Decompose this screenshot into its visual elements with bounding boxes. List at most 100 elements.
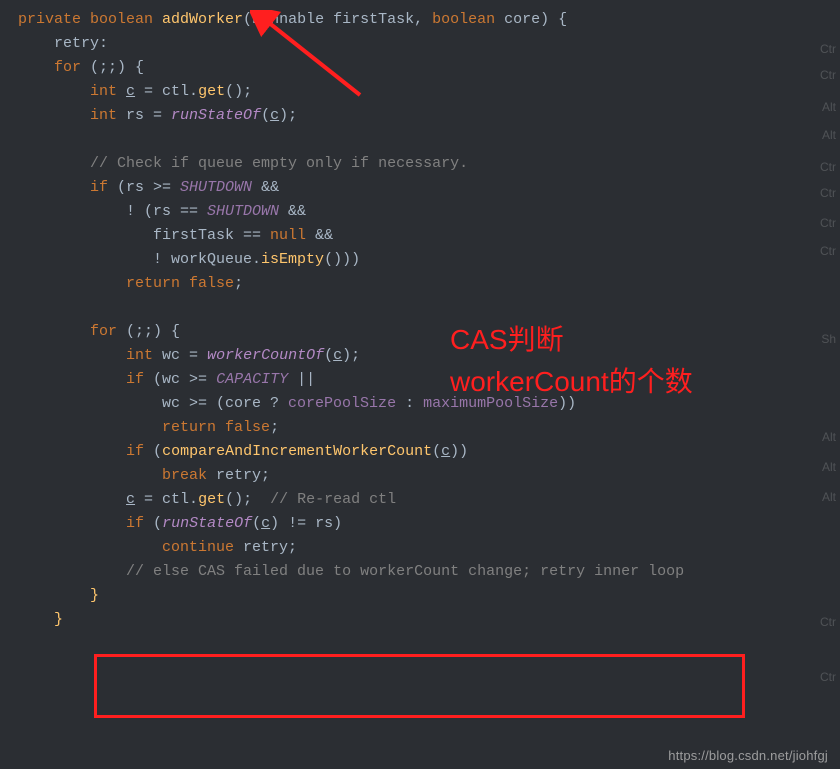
code-line: int c = ctl.get();	[18, 80, 840, 104]
semicolon: );	[279, 107, 297, 124]
param: firstTask	[333, 11, 414, 28]
code-line: return false;	[18, 272, 840, 296]
comment: // Re-read ctl	[270, 491, 396, 508]
keyword-int: int	[90, 107, 126, 124]
var-c: c	[441, 443, 450, 460]
op: &&	[315, 227, 333, 244]
method-get: get	[198, 491, 225, 508]
method-compare: compareAndIncrementWorkerCount	[162, 443, 432, 460]
label-retry: retry:	[18, 35, 108, 52]
semicolon: );	[342, 347, 360, 364]
close-brace-outer: }	[18, 611, 63, 628]
expr: wc =	[162, 347, 207, 364]
return-false: return false	[126, 275, 234, 292]
code-line: }	[18, 584, 840, 608]
paren: ()))	[324, 251, 360, 268]
indent	[18, 419, 162, 436]
keyword-boolean: boolean	[432, 11, 504, 28]
label: retry;	[216, 467, 270, 484]
code-line: ! workQueue.isEmpty()))	[18, 248, 840, 272]
keyword-for: for	[90, 323, 126, 340]
var-c: c	[126, 491, 135, 508]
indent	[18, 443, 126, 460]
semicolon: ;	[270, 419, 279, 436]
indent	[18, 275, 126, 292]
indent	[18, 539, 162, 556]
const-capacity: CAPACITY	[216, 371, 297, 388]
op: ||	[297, 371, 315, 388]
code-line: // Check if queue empty only if necessar…	[18, 152, 840, 176]
expr: = ctl.	[135, 491, 198, 508]
indent	[18, 59, 54, 76]
indent	[18, 107, 90, 124]
paren: (	[252, 515, 261, 532]
expr: ) != rs)	[270, 515, 342, 532]
expr: = ctl.	[135, 83, 198, 100]
comment: // Check if queue empty only if necessar…	[90, 155, 468, 172]
const-shutdown: SHUTDOWN	[180, 179, 261, 196]
indent	[18, 323, 90, 340]
indent	[18, 371, 126, 388]
method-get: get	[198, 83, 225, 100]
indent	[18, 179, 90, 196]
expr: ! (rs ==	[18, 203, 207, 220]
method-runstateof: runStateOf	[171, 107, 261, 124]
op: &&	[261, 179, 279, 196]
const-shutdown: SHUTDOWN	[207, 203, 288, 220]
code-line: if (rs >= SHUTDOWN &&	[18, 176, 840, 200]
brace: ) {	[540, 11, 567, 28]
code-line: ! (rs == SHUTDOWN &&	[18, 200, 840, 224]
var-c: c	[270, 107, 279, 124]
return-false: return false	[162, 419, 270, 436]
paren: ))	[450, 443, 468, 460]
code-line: if (wc >= CAPACITY ||	[18, 368, 840, 392]
method-runstateof: runStateOf	[162, 515, 252, 532]
code-line: firstTask == null &&	[18, 224, 840, 248]
expr: (rs >=	[117, 179, 180, 196]
method-isempty: isEmpty	[261, 251, 324, 268]
expr: wc >= (core ?	[18, 395, 288, 412]
indent	[18, 515, 126, 532]
watermark: https://blog.csdn.net/jiohfgj	[668, 748, 828, 763]
annotation-text-2: workerCount的个数	[450, 362, 693, 402]
param: core	[504, 11, 540, 28]
code-line	[18, 296, 840, 320]
keyword-for: for	[54, 59, 90, 76]
code-line: private boolean addWorker(Runnable first…	[18, 8, 840, 32]
paren: (	[153, 443, 162, 460]
paren: (	[153, 515, 162, 532]
var-c: c	[261, 515, 270, 532]
keyword-if: if	[126, 443, 153, 460]
comment-cas-failed: // else CAS failed due to workerCount ch…	[126, 563, 684, 580]
indent	[18, 155, 90, 172]
label: retry;	[243, 539, 297, 556]
code-line: break retry;	[18, 464, 840, 488]
colon: :	[405, 395, 423, 412]
paren: (	[324, 347, 333, 364]
code-line: c = ctl.get(); // Re-read ctl	[18, 488, 840, 512]
indent	[18, 467, 162, 484]
keyword-private: private	[18, 11, 90, 28]
expr: rs =	[126, 107, 171, 124]
paren: ();	[225, 491, 270, 508]
semicolon: ();	[225, 83, 252, 100]
keyword-if: if	[126, 371, 153, 388]
semicolon: ;	[234, 275, 243, 292]
code-line: // else CAS failed due to workerCount ch…	[18, 560, 840, 584]
comma: ,	[414, 11, 432, 28]
var-c: c	[126, 83, 135, 100]
op: &&	[288, 203, 306, 220]
indent	[18, 83, 90, 100]
for-head: (;;) {	[126, 323, 180, 340]
paren: (	[261, 107, 270, 124]
keyword-int: int	[90, 83, 126, 100]
keyword-break: break	[162, 467, 216, 484]
indent	[18, 491, 126, 508]
expr: firstTask ==	[18, 227, 270, 244]
indent	[18, 563, 126, 580]
method-workercountof: workerCountOf	[207, 347, 324, 364]
code-line: return false;	[18, 416, 840, 440]
expr: (wc >=	[153, 371, 216, 388]
indent	[18, 347, 126, 364]
code-line: for (;;) {	[18, 56, 840, 80]
